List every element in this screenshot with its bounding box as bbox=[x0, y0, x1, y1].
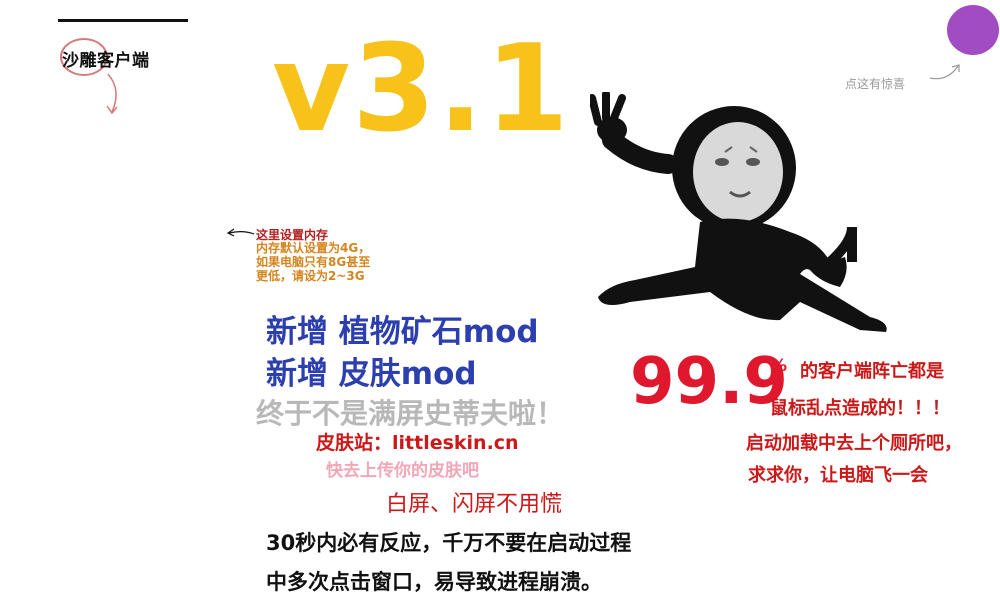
skin-site-link: 皮肤站：littleskin.cn bbox=[316, 432, 519, 454]
up-right-arrow-icon bbox=[929, 64, 960, 80]
crash-line2: 鼠标乱点造成的！！！ bbox=[770, 398, 950, 419]
startup-tip-line1: 30秒内必有反应，千万不要在启动过程 bbox=[266, 531, 632, 555]
crash-line4: 求求你，让电脑飞一会 bbox=[748, 465, 928, 486]
crash-line1: 的客户端阵亡都是 bbox=[800, 361, 944, 382]
memory-line: 内存默认设置为4G， bbox=[256, 241, 371, 255]
crash-percent-sign: % bbox=[770, 356, 788, 376]
news-mod-plants: 新增 植物矿石mod bbox=[266, 314, 539, 350]
top-divider bbox=[58, 19, 188, 22]
left-arrow-icon bbox=[226, 228, 255, 237]
startup-tip-line2: 中多次点击窗口，易导致进程崩溃。 bbox=[266, 570, 602, 594]
surprise-button[interactable] bbox=[947, 5, 999, 55]
memory-line: 更低，请设为2~3G bbox=[256, 269, 365, 283]
surprise-label: 点这有惊喜 bbox=[845, 77, 906, 91]
memory-line: 如果电脑只有8G甚至 bbox=[256, 255, 371, 269]
version-label: v3.1 bbox=[272, 20, 571, 159]
panda-meme-image bbox=[590, 92, 887, 332]
whitescreen-hint: 白屏、闪屏不用慌 bbox=[386, 492, 563, 517]
crash-percent: 99.9 bbox=[630, 345, 788, 419]
news-steve: 终于不是满屏史蒂夫啦！ bbox=[256, 397, 565, 430]
app-name: 沙雕客户端 bbox=[62, 51, 150, 71]
skin-upload-hint: 快去上传你的皮肤吧 bbox=[326, 461, 479, 481]
crash-line3: 启动加载中去上个厕所吧， bbox=[746, 433, 962, 454]
news-mod-skin: 新增 皮肤mod bbox=[266, 356, 477, 392]
down-arrow-icon bbox=[106, 73, 118, 115]
